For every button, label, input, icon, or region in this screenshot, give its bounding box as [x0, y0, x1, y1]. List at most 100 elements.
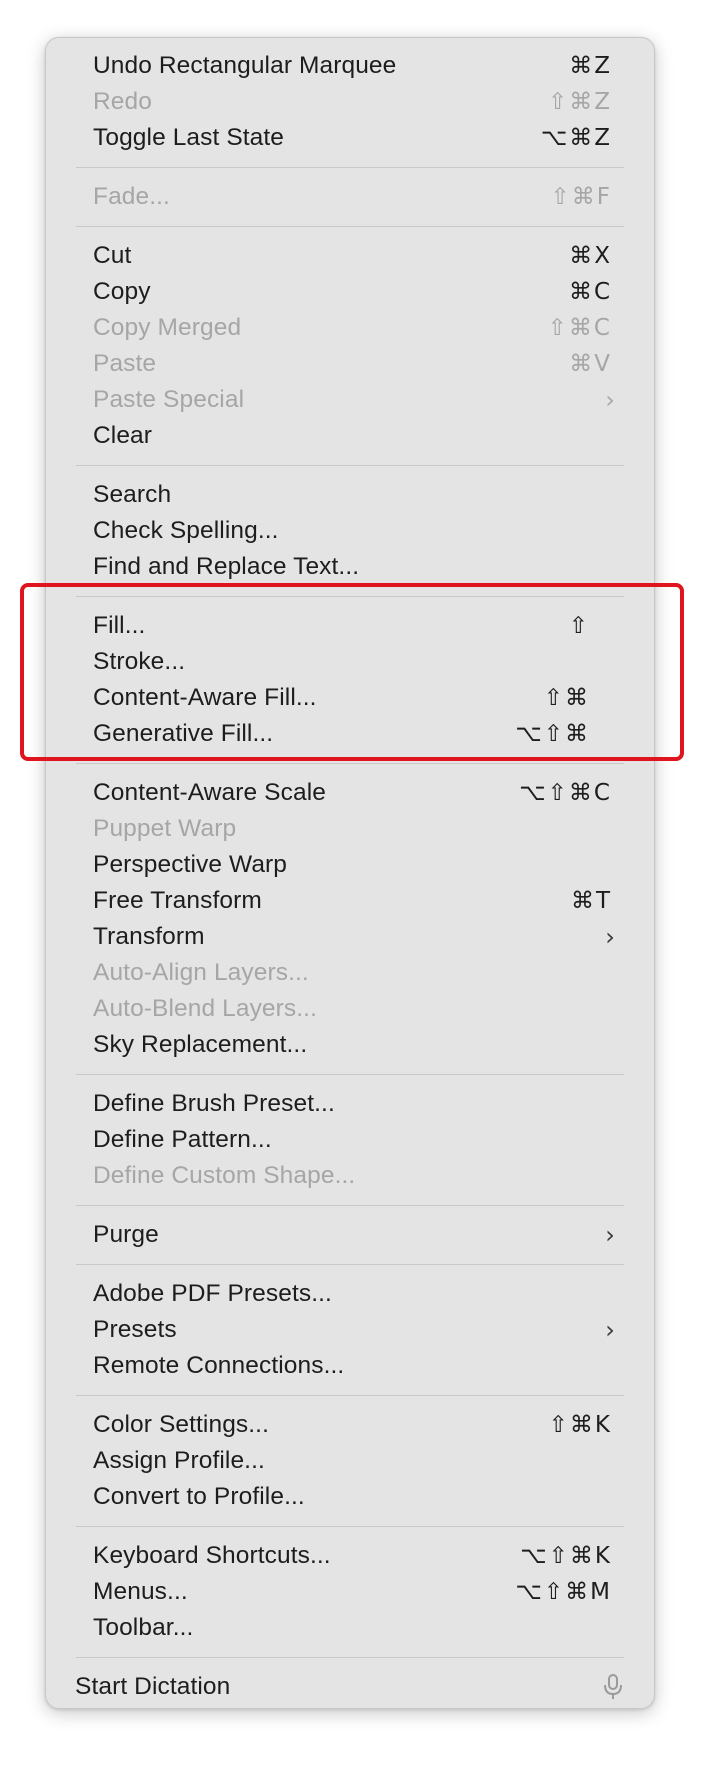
menu-item-label: Define Brush Preset...	[93, 1090, 335, 1117]
menu-section-1: Fade... ⇧⌘F	[46, 179, 654, 215]
menu-item-label: Color Settings...	[93, 1411, 269, 1438]
menu-item-cut[interactable]: Cut ⌘X	[46, 238, 654, 274]
menu-separator	[76, 763, 624, 764]
menu-item-toolbar[interactable]: Toolbar...	[46, 1610, 654, 1646]
menu-separator	[76, 1205, 624, 1206]
keyboard-shortcut: ⌘T	[570, 888, 612, 914]
menu-item-menus[interactable]: Menus... ⌥⇧⌘M	[46, 1574, 654, 1610]
menu-item-fade: Fade... ⇧⌘F	[46, 179, 654, 215]
menu-separator	[76, 1657, 624, 1658]
menu-item-label: Remote Connections...	[93, 1352, 345, 1379]
keyboard-shortcut: ⇧⌘K	[548, 1412, 612, 1438]
keyboard-shortcut: ⌥⇧⌘	[515, 721, 590, 747]
menu-item-search[interactable]: Search	[46, 477, 654, 513]
keyboard-shortcut: ⌘C	[568, 279, 612, 305]
menu-item-generative-fill[interactable]: Generative Fill... ⌥⇧⌘	[46, 716, 654, 752]
edit-menu: Undo Rectangular Marquee ⌘Z Redo ⇧⌘Z Toggle …	[45, 37, 655, 1709]
menu-item-label: Copy Merged	[93, 314, 242, 341]
menu-item-label: Keyboard Shortcuts...	[93, 1542, 331, 1569]
menu-item-label: Presets	[93, 1316, 177, 1343]
menu-item-label: Paste Special	[93, 386, 245, 413]
menu-item-label: Menus...	[93, 1578, 188, 1605]
menu-item-adobe-pdf-presets[interactable]: Adobe PDF Presets...	[46, 1276, 654, 1312]
menu-item-define-brush-preset[interactable]: Define Brush Preset...	[46, 1086, 654, 1122]
menu-section-6: Define Brush Preset... Define Pattern... D…	[46, 1086, 654, 1194]
menu-item-check-spelling[interactable]: Check Spelling...	[46, 513, 654, 549]
menu-item-label: Start Dictation	[75, 1673, 231, 1700]
menu-section-9: Color Settings... ⇧⌘K Assign Profile... Con…	[46, 1407, 654, 1515]
menu-item-label: Perspective Warp	[93, 851, 288, 878]
menu-item-label: Fade...	[93, 183, 170, 210]
menu-separator	[76, 465, 624, 466]
menu-separator	[76, 1264, 624, 1265]
keyboard-shortcut: ⌥⇧⌘C	[519, 780, 612, 806]
menu-item-label: Paste	[93, 350, 157, 377]
menu-item-label: Toolbar...	[93, 1614, 194, 1641]
menu-item-assign-profile[interactable]: Assign Profile...	[46, 1443, 654, 1479]
menu-item-start-dictation[interactable]: Start Dictation	[46, 1669, 654, 1705]
menu-item-label: Toggle Last State	[93, 124, 285, 151]
menu-section-8: Adobe PDF Presets... Presets › Remote Conne…	[46, 1276, 654, 1384]
keyboard-shortcut: ⇧⌘Z	[547, 89, 612, 115]
menu-separator	[76, 1526, 624, 1527]
menu-item-redo: Redo ⇧⌘Z	[46, 84, 654, 120]
menu-item-paste-special: Paste Special ›	[46, 382, 654, 418]
menu-item-content-aware-fill[interactable]: Content-Aware Fill... ⇧⌘	[46, 680, 654, 716]
menu-item-convert-to-profile[interactable]: Convert to Profile...	[46, 1479, 654, 1515]
keyboard-shortcut: ⌘X	[569, 243, 612, 269]
menu-item-content-aware-scale[interactable]: Content-Aware Scale ⌥⇧⌘C	[46, 775, 654, 811]
keyboard-shortcut: ⌘Z	[569, 53, 612, 79]
menu-item-define-custom-shape: Define Custom Shape...	[46, 1158, 654, 1194]
menu-separator	[76, 167, 624, 168]
menu-item-sky-replacement[interactable]: Sky Replacement...	[46, 1027, 654, 1063]
menu-item-remote-connections[interactable]: Remote Connections...	[46, 1348, 654, 1384]
menu-section-0: Undo Rectangular Marquee ⌘Z Redo ⇧⌘Z Toggle …	[46, 48, 654, 156]
menu-item-label: Check Spelling...	[93, 517, 279, 544]
menu-item-free-transform[interactable]: Free Transform ⌘T	[46, 883, 654, 919]
menu-item-auto-align-layers: Auto-Align Layers...	[46, 955, 654, 991]
menu-item-label: Transform	[93, 923, 205, 950]
menu-section-3: Search Check Spelling... Find and Replace …	[46, 477, 654, 585]
chevron-right-icon: ›	[605, 1221, 615, 1249]
chevron-right-icon: ›	[605, 923, 615, 951]
menu-item-clear[interactable]: Clear	[46, 418, 654, 454]
chevron-right-icon: ›	[605, 386, 615, 414]
microphone-icon	[602, 1673, 624, 1701]
keyboard-shortcut: ⇧	[568, 613, 590, 639]
menu-item-fill[interactable]: Fill... ⇧	[46, 608, 654, 644]
menu-item-label: Define Pattern...	[93, 1126, 272, 1153]
menu-item-perspective-warp[interactable]: Perspective Warp	[46, 847, 654, 883]
keyboard-shortcut: ⌥⇧⌘M	[515, 1579, 612, 1605]
keyboard-shortcut: ⌥⌘Z	[540, 125, 612, 151]
menu-item-label: Purge	[93, 1221, 159, 1248]
menu-item-find-and-replace-text[interactable]: Find and Replace Text...	[46, 549, 654, 585]
menu-item-label: Content-Aware Fill...	[93, 684, 317, 711]
menu-section-5: Content-Aware Scale ⌥⇧⌘C Puppet Warp Perspe…	[46, 775, 654, 1063]
menu-item-copy-merged: Copy Merged ⇧⌘C	[46, 310, 654, 346]
menu-item-label: Undo Rectangular Marquee	[93, 52, 397, 79]
keyboard-shortcut: ⌥⇧⌘K	[520, 1543, 612, 1569]
menu-item-label: Fill...	[93, 612, 146, 639]
menu-item-purge[interactable]: Purge ›	[46, 1217, 654, 1253]
menu-item-undo-rectangular-marquee[interactable]: Undo Rectangular Marquee ⌘Z	[46, 48, 654, 84]
menu-section-4: Fill... ⇧ Stroke... Content-Aware Fill... ⇧⌘…	[46, 608, 654, 752]
menu-item-keyboard-shortcuts[interactable]: Keyboard Shortcuts... ⌥⇧⌘K	[46, 1538, 654, 1574]
keyboard-shortcut: ⇧⌘	[543, 685, 590, 711]
menu-item-copy[interactable]: Copy ⌘C	[46, 274, 654, 310]
menu-item-label: Sky Replacement...	[93, 1031, 308, 1058]
menu-item-color-settings[interactable]: Color Settings... ⇧⌘K	[46, 1407, 654, 1443]
menu-separator	[76, 1395, 624, 1396]
menu-item-toggle-last-state[interactable]: Toggle Last State ⌥⌘Z	[46, 120, 654, 156]
menu-item-label: Auto-Blend Layers...	[93, 995, 317, 1022]
menu-item-label: Free Transform	[93, 887, 262, 914]
menu-item-define-pattern[interactable]: Define Pattern...	[46, 1122, 654, 1158]
menu-item-paste: Paste ⌘V	[46, 346, 654, 382]
menu-item-transform[interactable]: Transform ›	[46, 919, 654, 955]
menu-item-puppet-warp: Puppet Warp	[46, 811, 654, 847]
menu-section-10: Keyboard Shortcuts... ⌥⇧⌘K Menus... ⌥⇧⌘M Too…	[46, 1538, 654, 1646]
menu-item-presets[interactable]: Presets ›	[46, 1312, 654, 1348]
menu-item-label: Search	[93, 481, 172, 508]
menu-item-auto-blend-layers: Auto-Blend Layers...	[46, 991, 654, 1027]
chevron-right-icon: ›	[605, 1316, 615, 1344]
menu-item-stroke[interactable]: Stroke...	[46, 644, 654, 680]
